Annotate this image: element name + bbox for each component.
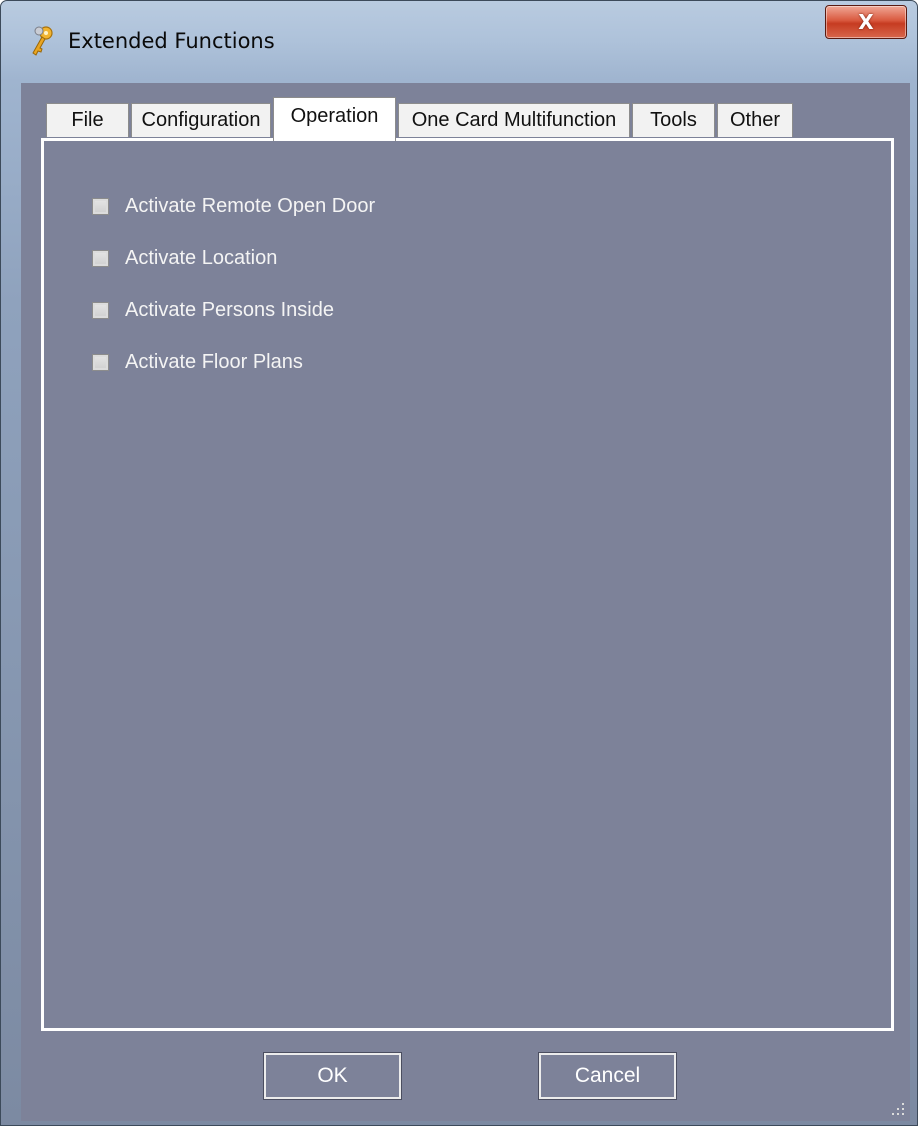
remote-open-door-label: Activate Remote Open Door — [125, 194, 376, 217]
tab-configuration[interactable]: Configuration — [131, 103, 271, 137]
persons-inside-label: Activate Persons Inside — [125, 298, 334, 321]
close-icon: X — [858, 10, 874, 34]
floor-plans-label: Activate Floor Plans — [125, 350, 303, 373]
close-button[interactable]: X — [825, 5, 907, 39]
keys-icon — [32, 26, 53, 56]
tab-operation[interactable]: Operation — [273, 97, 396, 141]
floor-plans-option[interactable]: Activate Floor Plans — [92, 347, 303, 377]
tab-file[interactable]: File — [46, 103, 129, 137]
dialog-client-area: File Configuration Operation One Card Mu… — [21, 83, 910, 1121]
remote-open-door-option[interactable]: Activate Remote Open Door — [92, 191, 375, 221]
title-bar[interactable]: Extended Functions X — [1, 1, 917, 81]
remote-open-door-checkbox[interactable] — [92, 197, 109, 215]
tab-strip: File Configuration Operation One Card Mu… — [21, 83, 910, 141]
extended-functions-window: Extended Functions X File Configuration … — [0, 0, 918, 1126]
floor-plans-checkbox[interactable] — [92, 353, 109, 371]
tab-tools[interactable]: Tools — [632, 103, 715, 137]
location-label: Activate Location — [125, 246, 278, 269]
tab-other[interactable]: Other — [717, 103, 793, 137]
cancel-button[interactable]: Cancel — [538, 1052, 677, 1100]
location-option[interactable]: Activate Location — [92, 243, 277, 273]
resize-grip-icon[interactable] — [892, 1103, 904, 1115]
location-checkbox[interactable] — [92, 249, 109, 267]
persons-inside-option[interactable]: Activate Persons Inside — [92, 295, 334, 325]
tab-one-card-multifunction[interactable]: One Card Multifunction — [398, 103, 630, 137]
operation-tab-panel: Activate Remote Open Door Activate Locat… — [41, 138, 894, 1031]
window-title: Extended Functions — [68, 29, 275, 53]
ok-button[interactable]: OK — [263, 1052, 402, 1100]
persons-inside-checkbox[interactable] — [92, 301, 109, 319]
